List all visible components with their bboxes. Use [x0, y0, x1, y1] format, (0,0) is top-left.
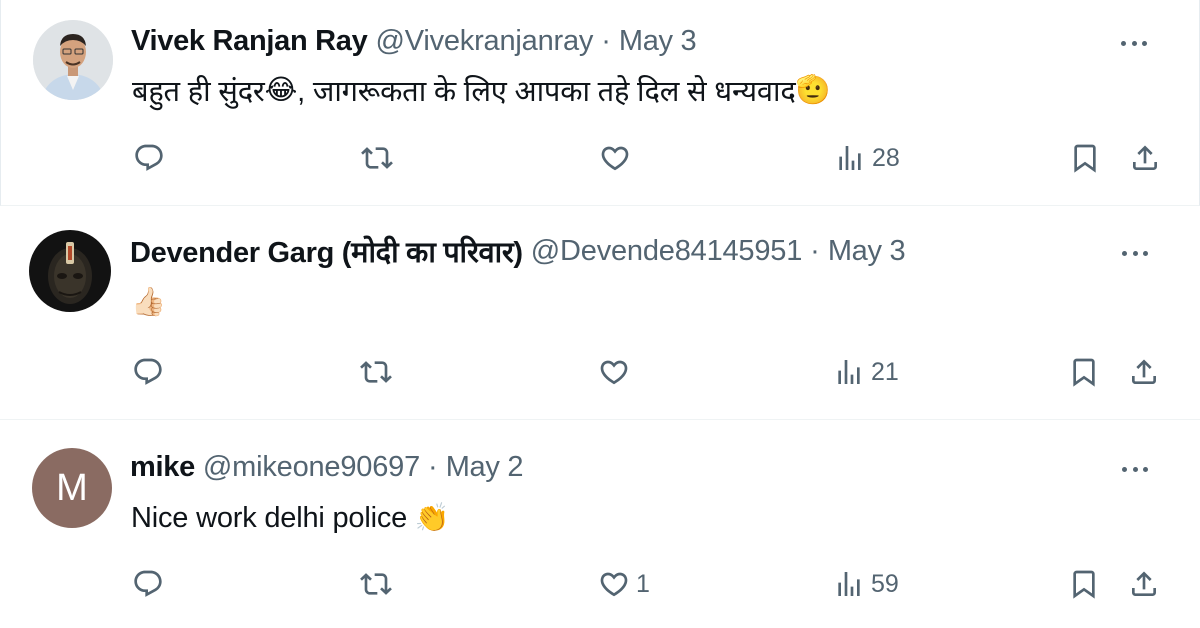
views-icon — [838, 360, 860, 384]
share-icon — [1132, 359, 1156, 384]
like-count: 1 — [636, 569, 650, 598]
tweet-date[interactable]: May 2 — [446, 451, 524, 484]
tweet[interactable]: M mike @mikeone90697 · May 2 Nice work d… — [0, 420, 1200, 628]
share-button[interactable] — [1128, 352, 1160, 392]
reply-icon — [134, 570, 162, 597]
bookmark-button[interactable] — [1069, 138, 1101, 178]
like-icon — [600, 360, 628, 385]
views-icon — [839, 146, 861, 170]
views-count: 59 — [871, 569, 899, 598]
reply-button[interactable] — [133, 138, 165, 178]
tweet-text: 👍🏻 — [131, 280, 166, 324]
separator-dot: · — [428, 450, 438, 483]
like-icon — [601, 146, 629, 171]
like-button[interactable] — [599, 138, 637, 178]
more-icon[interactable] — [1122, 248, 1148, 258]
views-icon — [838, 572, 860, 596]
tweet-header: mike @mikeone90697 · May 2 — [130, 447, 523, 487]
retweet-icon — [360, 573, 392, 595]
share-button[interactable] — [1129, 138, 1161, 178]
separator-dot: · — [601, 24, 611, 57]
like-button[interactable] — [598, 352, 636, 392]
bookmark-button[interactable] — [1068, 564, 1100, 604]
reply-button[interactable] — [132, 352, 164, 392]
views-button[interactable]: 28 — [834, 138, 900, 178]
action-bar: 1 59 — [0, 564, 1200, 604]
retweet-icon — [361, 147, 393, 169]
avatar-letter: M — [56, 466, 88, 509]
reply-icon — [135, 144, 163, 171]
tweet[interactable]: Devender Garg (मोदी का परिवार) @Devende8… — [0, 206, 1200, 420]
author-handle[interactable]: @Vivekranjanray — [375, 25, 593, 58]
tweet-date[interactable]: May 3 — [619, 25, 697, 58]
avatar[interactable] — [33, 20, 113, 100]
tweet-text-part: , जागरूकता के लिए आपका तहे दिल से धन्यवा… — [297, 75, 796, 108]
tweet-text: Nice work delhi police 👏 — [131, 496, 450, 540]
bookmark-icon — [1073, 358, 1095, 387]
separator-dot: · — [810, 234, 820, 267]
emoji: 🫡 — [795, 74, 831, 105]
like-button[interactable]: 1 — [598, 564, 650, 604]
reply-button[interactable] — [132, 564, 164, 604]
author-handle[interactable]: @Devende84145951 — [531, 235, 803, 268]
share-icon — [1132, 571, 1156, 596]
bookmark-button[interactable] — [1068, 352, 1100, 392]
author-name[interactable]: mike — [130, 451, 195, 484]
share-button[interactable] — [1128, 564, 1160, 604]
author-handle[interactable]: @mikeone90697 — [203, 451, 420, 484]
tweet-text: बहुत ही सुंदर 😂, जागरूकता के लिए आपका तहे… — [132, 68, 830, 112]
emoji: 👍🏻 — [131, 286, 166, 317]
avatar[interactable]: M — [32, 448, 112, 528]
bookmark-icon — [1073, 570, 1095, 599]
tweet[interactable]: Vivek Ranjan Ray @Vivekranjanray · May 3… — [0, 0, 1200, 206]
bookmark-icon — [1074, 144, 1096, 173]
like-icon — [600, 572, 628, 597]
avatar[interactable] — [29, 230, 111, 312]
more-icon[interactable] — [1122, 464, 1148, 474]
retweet-button[interactable] — [360, 352, 392, 392]
views-count: 28 — [872, 143, 900, 172]
tweet-text-part: Nice work delhi police — [131, 501, 415, 534]
tweet-date[interactable]: May 3 — [828, 235, 906, 268]
share-icon — [1133, 145, 1157, 170]
action-bar: 21 — [0, 352, 1200, 392]
emoji: 😂 — [264, 74, 298, 105]
views-button[interactable]: 59 — [833, 564, 899, 604]
author-name[interactable]: Vivek Ranjan Ray — [131, 25, 368, 58]
retweet-icon — [360, 361, 392, 383]
tweet-header: Devender Garg (मोदी का परिवार) @Devende8… — [130, 231, 906, 271]
action-bar: 28 — [1, 138, 1200, 178]
author-name[interactable]: Devender Garg (मोदी का परिवार) — [130, 232, 523, 271]
views-button[interactable]: 21 — [833, 352, 899, 392]
views-count: 21 — [871, 357, 899, 386]
reply-icon — [134, 358, 162, 385]
retweet-button[interactable] — [360, 564, 392, 604]
emoji: 👏 — [414, 502, 450, 533]
tweet-text-part: बहुत ही सुंदर — [132, 75, 265, 108]
retweet-button[interactable] — [361, 138, 393, 178]
tweet-header: Vivek Ranjan Ray @Vivekranjanray · May 3 — [131, 21, 697, 61]
more-icon[interactable] — [1121, 38, 1147, 48]
